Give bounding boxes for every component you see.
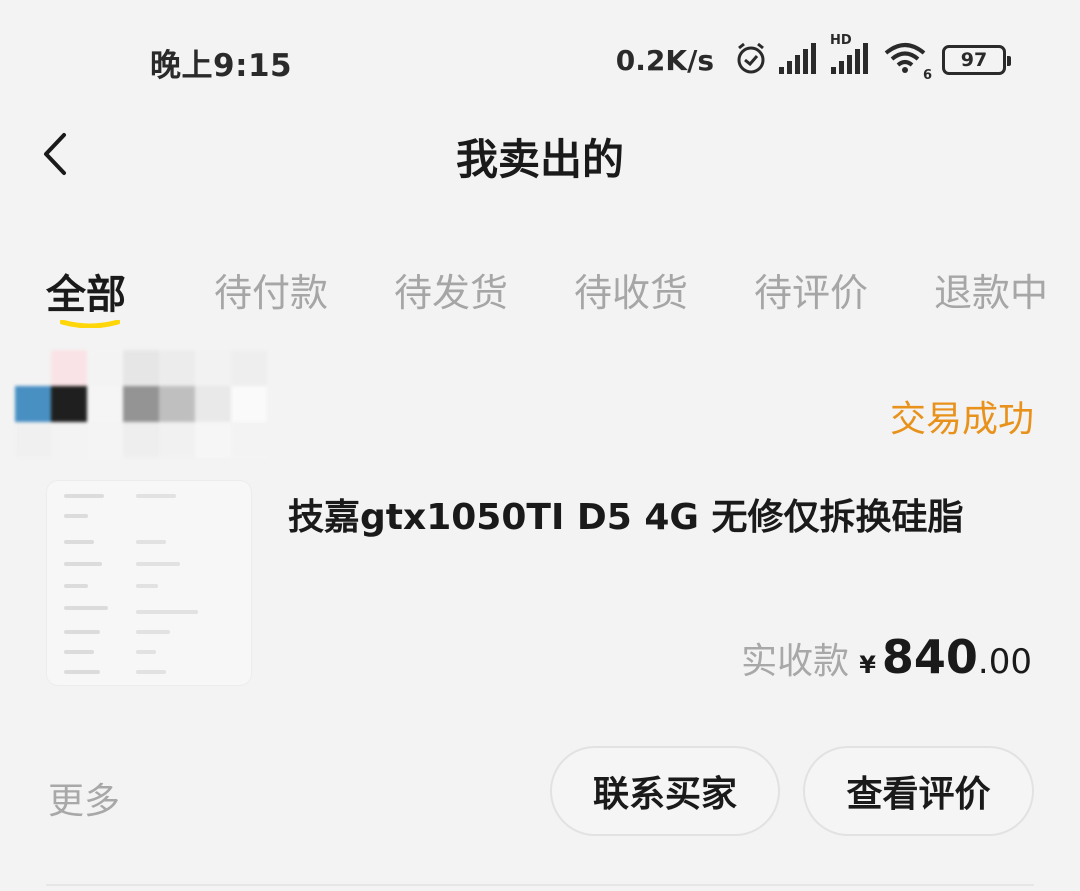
price-decimal: .00 <box>977 642 1032 682</box>
active-tab-indicator <box>60 320 120 328</box>
received-amount: 实收款 ¥ 840 .00 <box>741 630 1032 684</box>
wifi-label: 6 <box>922 68 932 83</box>
battery-level: 97 <box>960 49 988 71</box>
status-indicators: 0.2K/s HD 6 97 <box>615 33 1011 83</box>
order-status: 交易成功 <box>889 399 1034 440</box>
tab-pending-receipt[interactable]: 待收货 <box>574 262 688 317</box>
status-bar: 晚上9:15 0.2K/s HD 6 97 <box>0 0 1080 110</box>
wifi-icon: 6 <box>882 41 932 83</box>
more-button[interactable]: 更多 <box>48 772 120 824</box>
network-type-label: HD <box>830 33 852 48</box>
tab-pending-shipment[interactable]: 待发货 <box>394 262 508 317</box>
tab-all[interactable]: 全部 <box>46 262 126 320</box>
view-review-button[interactable]: 查看评价 <box>803 746 1034 836</box>
battery-indicator: 97 <box>942 45 1011 75</box>
order-tabs: 全部 待付款 待发货 待收货 待评价 退款中 <box>0 262 1080 352</box>
tab-pending-review[interactable]: 待评价 <box>754 262 868 317</box>
contact-buyer-button[interactable]: 联系买家 <box>550 746 780 836</box>
page-title: 我卖出的 <box>455 135 624 184</box>
buyer-avatar[interactable] <box>15 350 305 460</box>
card-divider <box>46 884 1034 886</box>
net-speed: 0.2K/s <box>615 43 714 77</box>
product-title[interactable]: 技嘉gtx1050TI D5 4G 无修仅拆换硅脂 <box>288 488 1028 540</box>
alarm-icon <box>734 41 768 79</box>
status-time: 晚上9:15 <box>150 48 293 84</box>
signal-hd-icon: HD <box>830 33 872 79</box>
signal-icon <box>778 41 820 79</box>
tab-refunding[interactable]: 退款中 <box>934 262 1048 317</box>
tab-pending-payment[interactable]: 待付款 <box>214 262 328 317</box>
price-integer: 840 <box>881 630 978 684</box>
price-label: 实收款 <box>741 641 850 682</box>
price-currency: ¥ <box>859 651 876 679</box>
product-thumbnail[interactable] <box>46 480 252 686</box>
